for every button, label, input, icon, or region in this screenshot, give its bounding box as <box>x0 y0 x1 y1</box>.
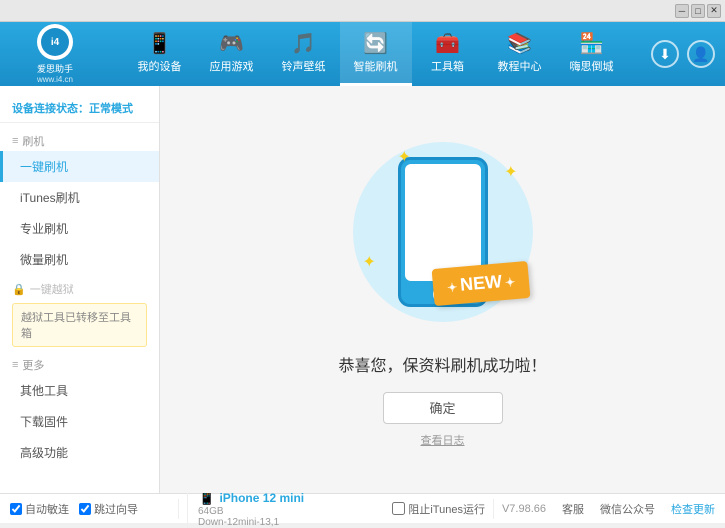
sidebar-section-more: ≡ 更多 <box>0 351 159 375</box>
section-icon-more: ≡ <box>12 359 18 371</box>
divider-2 <box>493 499 494 519</box>
auto-close-input[interactable] <box>10 503 22 515</box>
smart-flash-icon: 🔄 <box>363 34 388 54</box>
sidebar-item-download-firmware[interactable]: 下载固件 <box>0 406 159 437</box>
phone-screen <box>405 164 481 281</box>
bottom-bar: 自动敏连 跳过向导 📱 iPhone 12 mini 64GB Down-12m… <box>0 493 725 523</box>
jailbreak-warning: 越狱工具已转移至工具箱 <box>12 303 147 347</box>
sidebar-item-itunes-flash[interactable]: iTunes刷机 <box>0 182 159 213</box>
sidebar-item-save-flash[interactable]: 微量刷机 <box>0 244 159 275</box>
section-icon-flash: ≡ <box>12 135 18 147</box>
bottom-right: V7.98.66 客服 微信公众号 检查更新 <box>502 501 715 517</box>
sidebar-section-flash: ≡ 刷机 <box>0 127 159 151</box>
device-info: 📱 iPhone 12 mini 64GB Down-12mini-13,1 <box>187 489 307 528</box>
sparkle-icon-1: ✦ <box>398 147 411 167</box>
skip-wizard-checkbox[interactable]: 跳过向导 <box>79 501 138 517</box>
title-bar: ─ □ ✕ <box>0 0 725 22</box>
bottom-left: 自动敏连 跳过向导 <box>10 501 170 517</box>
skip-wizard-input[interactable] <box>79 503 91 515</box>
download-button[interactable]: ⬇ <box>651 40 679 68</box>
sidebar-item-one-click-flash[interactable]: 一键刷机 <box>0 151 159 182</box>
service-link[interactable]: 客服 <box>562 501 584 517</box>
user-button[interactable]: 👤 <box>687 40 715 68</box>
ringtone-icon: 🎵 <box>291 34 316 54</box>
logo-inner: i4 <box>41 28 69 56</box>
phone-illustration: NEW ✦ ✦ ✦ <box>343 132 543 332</box>
logo-area: i4 爱思助手 www.i4.cn <box>10 24 100 84</box>
sidebar-item-pro-flash[interactable]: 专业刷机 <box>0 213 159 244</box>
nav-bar: 📱 我的设备 🎮 应用游戏 🎵 铃声壁纸 🔄 智能刷机 🧰 工具箱 📚 教程中心… <box>100 22 651 86</box>
app-games-icon: 🎮 <box>219 34 244 54</box>
nav-toolbox[interactable]: 🧰 工具箱 <box>412 22 484 86</box>
tutorial-icon: 📚 <box>507 34 532 54</box>
confirm-button[interactable]: 确定 <box>383 392 503 424</box>
divider-1 <box>178 499 179 519</box>
header: i4 爱思助手 www.i4.cn 📱 我的设备 🎮 应用游戏 🎵 铃声壁纸 🔄… <box>0 22 725 86</box>
auto-close-checkbox[interactable]: 自动敏连 <box>10 501 69 517</box>
connection-status: 设备连接状态：正常模式 <box>0 94 159 123</box>
daily-log-link[interactable]: 查看日志 <box>421 432 465 448</box>
maximize-button[interactable]: □ <box>691 4 705 18</box>
think-city-icon: 🏪 <box>579 34 604 54</box>
lock-icon: 🔒 <box>12 283 26 296</box>
sidebar-item-other-tools[interactable]: 其他工具 <box>0 375 159 406</box>
header-right: ⬇ 👤 <box>651 40 715 68</box>
my-device-icon: 📱 <box>147 34 172 54</box>
close-button[interactable]: ✕ <box>707 4 721 18</box>
wechat-link[interactable]: 微信公众号 <box>600 501 655 517</box>
main-content: NEW ✦ ✦ ✦ 恭喜您，保资料刷机成功啦！ 确定 查看日志 <box>160 86 725 493</box>
logo-icon: i4 <box>37 24 73 60</box>
sidebar-section-jailbreak: 🔒 一键越狱 <box>0 275 159 299</box>
sparkle-icon-2: ✦ <box>504 162 517 182</box>
new-badge: NEW <box>431 260 530 305</box>
success-message: 恭喜您，保资料刷机成功啦！ <box>338 352 546 376</box>
stop-itunes-input[interactable] <box>392 502 405 515</box>
logo-text: 爱思助手 www.i4.cn <box>37 62 73 84</box>
sidebar-item-advanced[interactable]: 高级功能 <box>0 437 159 468</box>
sparkle-icon-3: ✦ <box>363 252 376 272</box>
nav-think-city[interactable]: 🏪 嗨思倒城 <box>556 22 628 86</box>
nav-smart-flash[interactable]: 🔄 智能刷机 <box>340 22 412 86</box>
sidebar: 设备连接状态：正常模式 ≡ 刷机 一键刷机 iTunes刷机 专业刷机 微量刷机… <box>0 86 160 493</box>
nav-my-device[interactable]: 📱 我的设备 <box>124 22 196 86</box>
minimize-button[interactable]: ─ <box>675 4 689 18</box>
window-controls[interactable]: ─ □ ✕ <box>675 4 721 18</box>
update-button[interactable]: 检查更新 <box>671 501 715 517</box>
nav-ringtone[interactable]: 🎵 铃声壁纸 <box>268 22 340 86</box>
toolbox-icon: 🧰 <box>435 34 460 54</box>
nav-tutorial[interactable]: 📚 教程中心 <box>484 22 556 86</box>
stop-itunes-checkbox[interactable]: 阻止iTunes运行 <box>392 501 485 517</box>
nav-app-games[interactable]: 🎮 应用游戏 <box>196 22 268 86</box>
device-storage: 64GB <box>198 506 307 517</box>
version-text: V7.98.66 <box>502 503 546 515</box>
main-area: 设备连接状态：正常模式 ≡ 刷机 一键刷机 iTunes刷机 专业刷机 微量刷机… <box>0 86 725 493</box>
